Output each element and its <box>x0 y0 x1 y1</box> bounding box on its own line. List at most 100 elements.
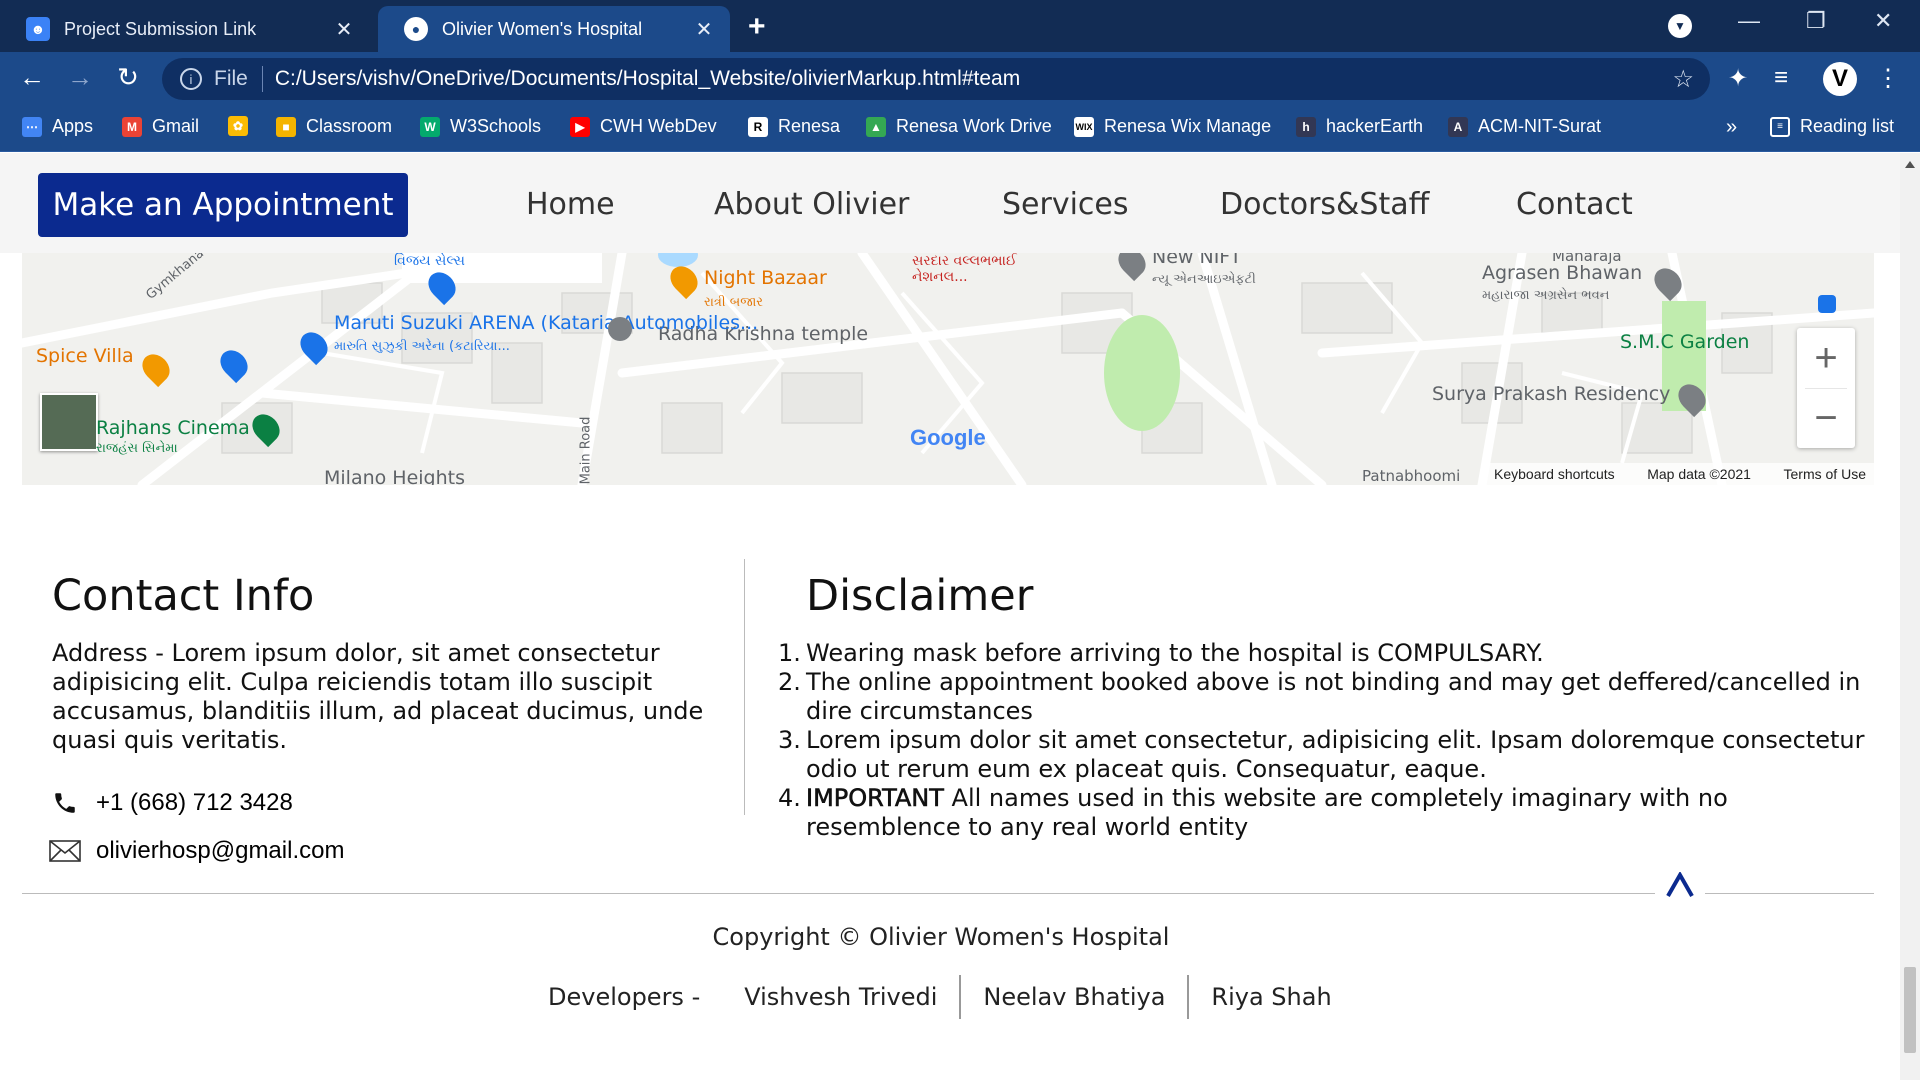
forward-icon[interactable]: → <box>64 62 96 93</box>
section-divider <box>744 559 745 815</box>
tab-olivier-hospital[interactable]: ● Olivier Women's Hospital ✕ <box>378 6 730 52</box>
item-text: Lorem ipsum dolor sit amet consectetur, … <box>806 726 1865 783</box>
scrollbar-thumb[interactable] <box>1904 967 1916 1053</box>
zoom-in-button[interactable]: + <box>1797 328 1855 388</box>
url-text[interactable]: C:/Users/vishv/OneDrive/Documents/Hospit… <box>275 67 1020 91</box>
menu-icon[interactable]: ⋮ <box>1876 64 1900 93</box>
renesa-icon: R <box>748 116 768 137</box>
place-milano-heights[interactable]: Milano Heights <box>324 467 465 485</box>
embedded-map[interactable]: Night Bazaar રાત્રી બજાર Radha Krishna t… <box>22 253 1874 485</box>
bookmark-star-icon[interactable]: ☆ <box>1672 65 1694 94</box>
nav-services[interactable]: Services <box>1002 187 1129 222</box>
new-tab-button[interactable]: + <box>748 10 766 44</box>
place-agrasen-bhawan[interactable]: Agrasen Bhawan મહારાજા અગ્રસેન ભવન <box>1482 263 1642 306</box>
disclaimer-heading: Disclaimer <box>806 571 1034 621</box>
bookmark-cwh[interactable]: ▶ CWH WebDev <box>570 116 717 137</box>
phone-icon <box>48 790 82 816</box>
nav-about[interactable]: About Olivier <box>714 187 909 222</box>
make-appointment-button[interactable]: Make an Appointment <box>38 173 408 237</box>
more-bookmarks-button[interactable]: » <box>1726 116 1737 139</box>
place-sub: રાજહંસ સિનેમા <box>96 441 178 456</box>
bus-stop-icon[interactable] <box>1818 295 1836 313</box>
place-maharaja: Maharaja <box>1552 253 1622 265</box>
bookmark-hackerearth[interactable]: h hackerEarth <box>1296 116 1423 137</box>
bookmark-label: CWH WebDev <box>600 116 717 136</box>
browser-toolbar: ← → ↻ i File C:/Users/vishv/OneDrive/Doc… <box>0 52 1920 106</box>
place-maruti-suzuki[interactable]: Maruti Suzuki ARENA (Kataria Automobiles… <box>334 313 758 357</box>
satellite-toggle[interactable] <box>40 393 98 451</box>
place-name: Spice Villa <box>36 345 134 367</box>
map-attribution: Keyboard shortcuts Map data ©2021 Terms … <box>1486 463 1874 485</box>
media-icon[interactable]: ≡ <box>1774 64 1788 92</box>
scroll-up-icon[interactable] <box>1905 161 1915 168</box>
developer-name: Neelav Bhatiya <box>959 975 1187 1019</box>
tab-project-submission[interactable]: ☻ Project Submission Link ✕ <box>0 6 370 52</box>
close-icon[interactable]: ✕ <box>332 17 356 42</box>
bookmark-acm[interactable]: A ACM-NIT-Surat <box>1448 116 1601 137</box>
place-name: Surya Prakash Residency <box>1432 383 1671 405</box>
item-number: 1. <box>778 639 801 667</box>
back-icon[interactable]: ← <box>16 62 48 93</box>
keyboard-shortcuts-link[interactable]: Keyboard shortcuts <box>1494 466 1615 482</box>
close-icon[interactable]: ✕ <box>692 17 716 42</box>
bookmark-gmail[interactable]: M Gmail <box>122 116 199 137</box>
place-rajhans-cinema[interactable]: Rajhans Cinema રાજહંસ સિનેમા <box>96 419 250 458</box>
terms-of-use-link[interactable]: Terms of Use <box>1784 466 1866 482</box>
place-name: વિજય સેલ્સ <box>394 253 466 269</box>
zoom-out-button[interactable]: − <box>1797 389 1855 448</box>
place-night-bazaar[interactable]: Night Bazaar રાત્રી બજાર <box>704 267 827 311</box>
bookmark-label: hackerEarth <box>1326 116 1424 136</box>
bookmark-w3schools[interactable]: W W3Schools <box>420 116 541 137</box>
contact-address: Address - Lorem ipsum dolor, sit amet co… <box>52 639 704 754</box>
tab-title: Olivier Women's Hospital <box>442 18 643 39</box>
bookmark-renesa[interactable]: R Renesa <box>748 116 840 137</box>
bookmark-label: Apps <box>52 116 94 136</box>
place-vijay-sales[interactable]: વિજય સેલ્સ <box>394 253 465 269</box>
bookmark-apps[interactable]: ⋯ Apps <box>22 116 93 137</box>
place-name: Maruti Suzuki ARENA (Kataria Automobiles… <box>334 312 759 334</box>
address-bar[interactable]: i File C:/Users/vishv/OneDrive/Documents… <box>162 58 1710 100</box>
tab-search-icon[interactable]: ▼ <box>1668 14 1692 38</box>
restore-icon[interactable]: ❐ <box>1806 8 1826 34</box>
contact-phone[interactable]: +1 (668) 712 3428 <box>96 789 293 817</box>
item-number: 3. <box>778 726 801 754</box>
map-data-label: Map data ©2021 <box>1647 466 1751 482</box>
bookmark-label: Renesa Wix Manage <box>1104 116 1272 136</box>
nav-home[interactable]: Home <box>526 187 615 222</box>
bookmark-label: Renesa <box>778 116 841 136</box>
youtube-icon: ▶ <box>570 116 590 137</box>
place-name: S.M.C Garden <box>1620 331 1750 353</box>
nav-contact[interactable]: Contact <box>1516 187 1633 222</box>
site-navbar: Make an Appointment Home About Olivier S… <box>0 153 1900 253</box>
place-name: સરદાર વલ્લભભાઈ નેશનલ... <box>912 253 1017 285</box>
bookmark-renesa-drive[interactable]: ▲ Renesa Work Drive <box>866 116 1052 137</box>
place-smc-garden[interactable]: S.M.C Garden <box>1620 331 1749 353</box>
bookmark-label: Renesa Work Drive <box>896 116 1052 136</box>
back-to-top-button[interactable] <box>1655 865 1705 905</box>
nav-doctors-staff[interactable]: Doctors&Staff <box>1220 187 1429 222</box>
reload-icon[interactable]: ↻ <box>112 62 144 93</box>
contact-heading: Contact Info <box>52 571 315 621</box>
bookmark-classroom[interactable]: ■ Classroom <box>276 116 392 137</box>
bookmark-renesa-wix[interactable]: WIX Renesa Wix Manage <box>1074 116 1271 137</box>
scheme-label: File <box>214 67 248 90</box>
reading-list-button[interactable]: ≡ Reading list <box>1770 116 1894 137</box>
bookmark-photos[interactable]: ✿ <box>228 116 258 136</box>
extensions-icon[interactable]: ✦ <box>1728 64 1748 93</box>
profile-avatar[interactable]: V <box>1823 62 1857 96</box>
disclaimer-item: 2. The online appointment booked above is… <box>778 668 1866 726</box>
minimize-icon[interactable]: — <box>1738 8 1760 34</box>
place-spice-villa[interactable]: Spice Villa <box>36 345 134 367</box>
window-close-icon[interactable]: ✕ <box>1874 8 1892 34</box>
place-sardar-vallabhbhai[interactable]: સરદાર વલ્લભભાઈ નેશનલ... <box>912 253 1022 285</box>
place-name: New NIFT <box>1152 253 1242 268</box>
temple-pin-icon[interactable] <box>608 317 632 341</box>
info-icon[interactable]: i <box>180 68 202 90</box>
place-surya-prakash[interactable]: Surya Prakash Residency <box>1432 383 1670 405</box>
page-scrollbar[interactable] <box>1900 153 1920 1080</box>
contact-email[interactable]: olivierhosp@gmail.com <box>96 837 344 865</box>
place-new-nift[interactable]: New NIFT ન્યૂ એનઆઇએફટી <box>1152 253 1256 290</box>
acm-icon: A <box>1448 116 1468 137</box>
chevron-up-icon <box>1666 872 1694 897</box>
bookmark-label: W3Schools <box>450 116 542 136</box>
